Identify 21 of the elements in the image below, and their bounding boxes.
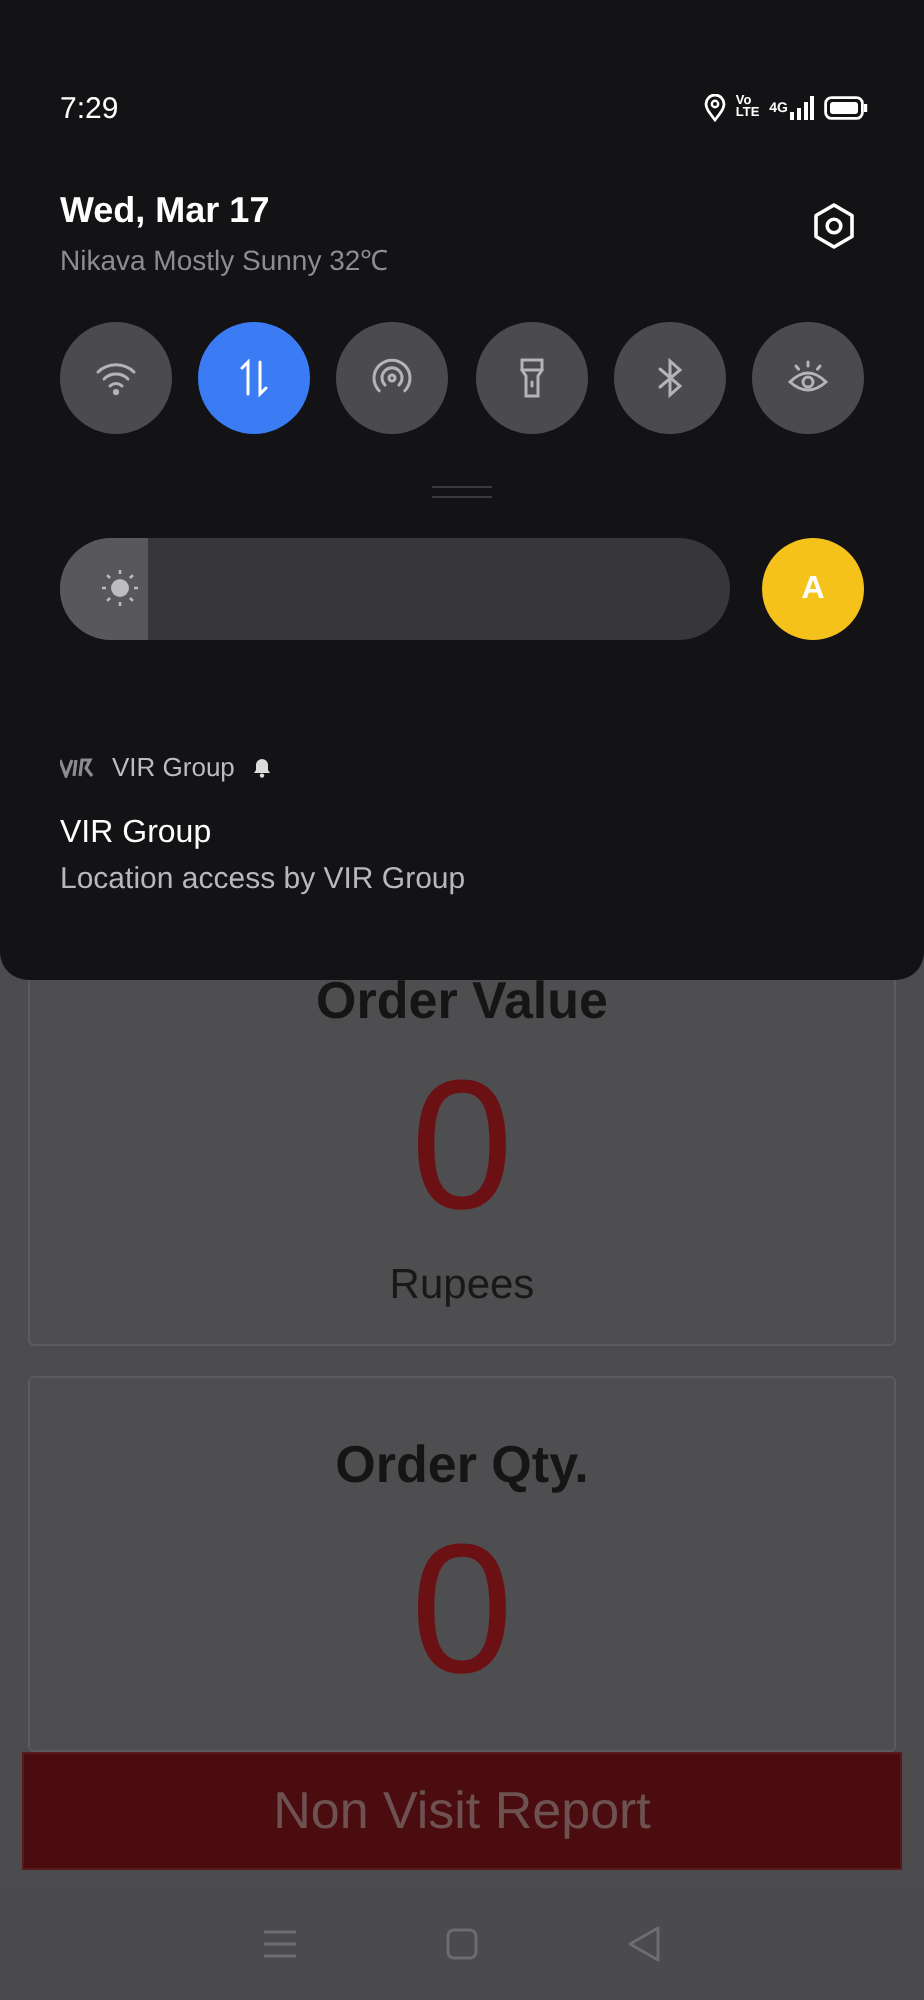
non-visit-report-button[interactable]: Non Visit Report <box>22 1752 902 1870</box>
card-title: Order Qty. <box>335 1434 589 1494</box>
brightness-icon <box>100 568 140 608</box>
status-time: 7:29 <box>60 91 119 125</box>
bell-icon <box>252 756 273 778</box>
brightness-slider[interactable] <box>60 538 730 640</box>
battery-icon <box>824 96 868 120</box>
card-title: Order Value <box>316 970 608 1030</box>
notification-title: VIR Group <box>60 816 214 852</box>
signal-icon <box>790 96 814 120</box>
location-icon <box>703 94 726 122</box>
date-text: Wed, Mar 17 <box>60 188 272 232</box>
card-value: 0 <box>410 1046 514 1246</box>
settings-icon[interactable] <box>812 201 856 249</box>
auto-brightness-button[interactable]: A <box>762 538 864 640</box>
notification-app-name: VIR Group <box>112 752 235 782</box>
app-logo-icon <box>60 757 94 777</box>
weather-text: Nikava Mostly Sunny 32℃ <box>60 242 389 278</box>
card-unit: Rupees <box>389 1262 535 1310</box>
notification-text: Location access by VIR Group <box>60 862 468 896</box>
card-value: 0 <box>410 1510 514 1710</box>
